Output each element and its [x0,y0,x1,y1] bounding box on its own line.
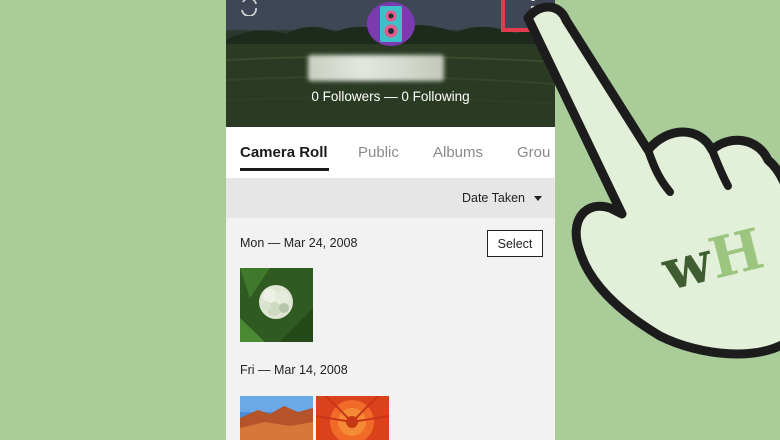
pointing-hand-illustration: wH [523,2,780,359]
